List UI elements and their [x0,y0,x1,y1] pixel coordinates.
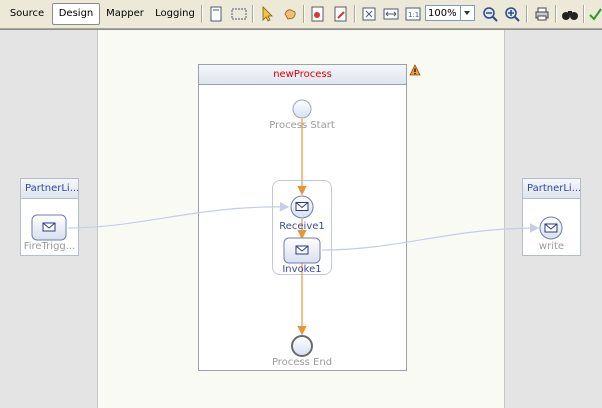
envelope-icon [295,202,309,211]
envelope-icon [42,222,56,232]
bpel-designer-window: Source Design Mapper Logging 1:1 100% ne… [0,0,602,408]
invoke-label: Invoke1 [282,264,322,275]
process-end-label: Process End [271,357,333,368]
envelope-icon [295,245,309,255]
process-end-node[interactable] [291,335,313,357]
firetrigger-label: FireTrigg... [23,241,76,252]
write-label: write [538,241,565,252]
envelope-icon [544,223,558,233]
process-start-node[interactable] [292,99,312,119]
link-invoke-to-write[interactable] [321,223,540,251]
diagram-connections [31,99,563,357]
process-start-label: Process Start [269,120,335,131]
link-firetrigger-to-receive[interactable] [67,202,290,229]
receive-label: Receive1 [279,221,325,232]
